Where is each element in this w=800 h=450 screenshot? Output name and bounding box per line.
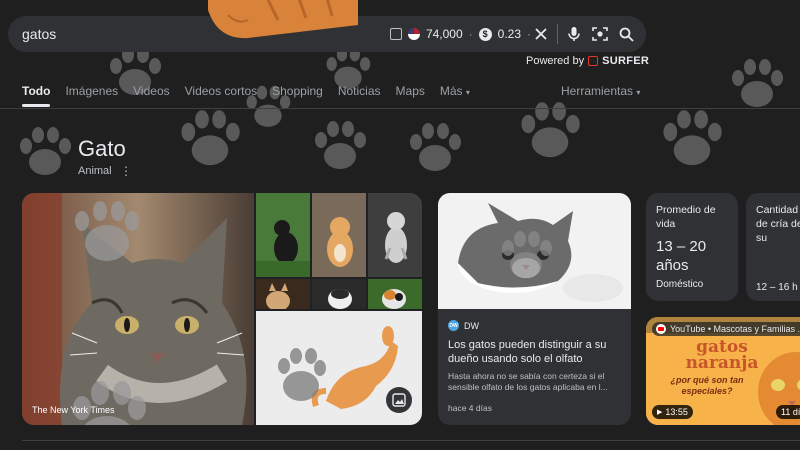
checkbox-icon[interactable]	[389, 28, 402, 40]
video-channel-name: YouTube • Mascotas y Familias ...	[670, 324, 800, 334]
news-card[interactable]: DW DW Los gatos pueden distinguir a su d…	[438, 193, 631, 425]
tools-label: Herramientas	[561, 84, 634, 98]
info-label: Cantidad de cría de su	[756, 204, 800, 244]
more-options-icon[interactable]: ⋮	[120, 164, 132, 178]
lens-camera-icon[interactable]	[590, 24, 610, 44]
surfer-logo-icon	[588, 56, 599, 66]
search-stats: 74,000 · $ 0.23 ·	[389, 27, 531, 41]
thumbnail-cat[interactable]	[368, 279, 422, 309]
dw-logo-icon: DW	[448, 320, 459, 331]
paw-print-decoration	[170, 100, 250, 180]
search-volume: 74,000	[425, 27, 463, 41]
search-input[interactable]: gatos	[22, 26, 390, 42]
section-divider	[22, 440, 800, 441]
info-card-litter[interactable]: Cantidad de cría de su 12 – 16 h	[746, 193, 800, 301]
video-channel: YouTube • Mascotas y Familias ...	[652, 322, 800, 336]
us-flag-icon	[407, 28, 420, 40]
divider	[557, 24, 558, 44]
tabs-divider	[0, 108, 800, 109]
news-title[interactable]: Los gatos pueden distinguir a su dueño u…	[448, 338, 623, 366]
tab-mas[interactable]: Más ▾	[440, 84, 470, 107]
info-value: 13 – 20 años	[656, 238, 707, 274]
tab-shopping[interactable]: Shopping	[272, 84, 323, 107]
video-duration-text: 13:55	[665, 407, 688, 417]
powered-by-label: Powered by	[526, 55, 585, 67]
powered-by: Powered by SURFER	[526, 55, 649, 67]
info-label: Promedio de vida	[656, 204, 716, 230]
search-bar[interactable]: gatos 74,000 · $ 0.23 ·	[8, 16, 646, 52]
info-note: 12 – 16 h	[756, 282, 798, 293]
surfer-brand: SURFER	[602, 55, 650, 67]
paw-print-decoration	[10, 118, 80, 188]
tab-todo[interactable]: Todo	[22, 84, 51, 107]
tab-maps[interactable]: Maps	[396, 84, 425, 107]
news-source-name: DW	[464, 320, 479, 331]
search-icon[interactable]	[616, 24, 636, 44]
video-thumb-subtitle: ¿por qué son tan especiales?	[670, 375, 744, 396]
news-thumbnail	[438, 193, 631, 309]
paw-print-decoration	[305, 112, 375, 182]
tab-mas-label: Más	[439, 84, 463, 98]
thumbnail-cat[interactable]	[256, 279, 310, 309]
search-tabs: Todo Imágenes Videos Videos cortos Shopp…	[22, 84, 485, 107]
tab-imagenes[interactable]: Imágenes	[65, 84, 118, 107]
paw-print-decoration	[510, 92, 590, 172]
tab-videos-cortos[interactable]: Videos cortos	[185, 84, 258, 107]
thumbnail-cat[interactable]	[368, 193, 422, 277]
thumbnail-cat[interactable]	[256, 193, 310, 277]
cpc-value: 0.23	[497, 27, 521, 41]
video-thumb-title: gatos naranja	[685, 337, 759, 373]
clear-icon[interactable]	[531, 24, 551, 44]
knowledge-title: Gato	[78, 136, 126, 161]
image-grid: The New York Times	[22, 193, 422, 425]
info-note: Doméstico	[656, 279, 704, 290]
tab-videos[interactable]: Videos	[133, 84, 169, 107]
news-time: hace 4 días	[448, 403, 492, 413]
play-icon: ▶	[657, 409, 663, 416]
dollar-icon: $	[478, 27, 492, 41]
chevron-down-icon: ▾	[465, 88, 470, 97]
microphone-icon[interactable]	[564, 24, 584, 44]
separator-dot: ·	[468, 27, 473, 41]
news-source: DW DW	[448, 320, 479, 331]
tab-noticias[interactable]: Noticias	[338, 84, 381, 107]
image-source-caption: The New York Times	[32, 405, 115, 415]
knowledge-subtitle: Animal	[78, 165, 112, 177]
thumbnail-cat[interactable]	[312, 279, 366, 309]
news-snippet: Hasta ahora no se sabía con certeza si e…	[448, 371, 608, 392]
tools-button[interactable]: Herramientas ▾	[561, 84, 640, 98]
main-cat-image[interactable]: The New York Times	[22, 193, 254, 425]
paw-print-decoration	[652, 100, 732, 180]
info-card-lifespan[interactable]: Promedio de vida 13 – 20 años Doméstico	[646, 193, 738, 301]
youtube-logo-icon	[656, 324, 666, 334]
video-duration-next: 11 dí	[776, 405, 800, 419]
chevron-down-icon: ▾	[636, 88, 641, 97]
thumbnail-cat[interactable]	[312, 193, 366, 277]
video-card[interactable]: YouTube • Mascotas y Familias ... gatos …	[646, 317, 800, 425]
paw-print-decoration	[400, 114, 470, 184]
paw-print-decoration	[722, 50, 792, 120]
video-duration: ▶ 13:55	[652, 405, 693, 419]
image-gallery-icon[interactable]	[386, 387, 412, 413]
